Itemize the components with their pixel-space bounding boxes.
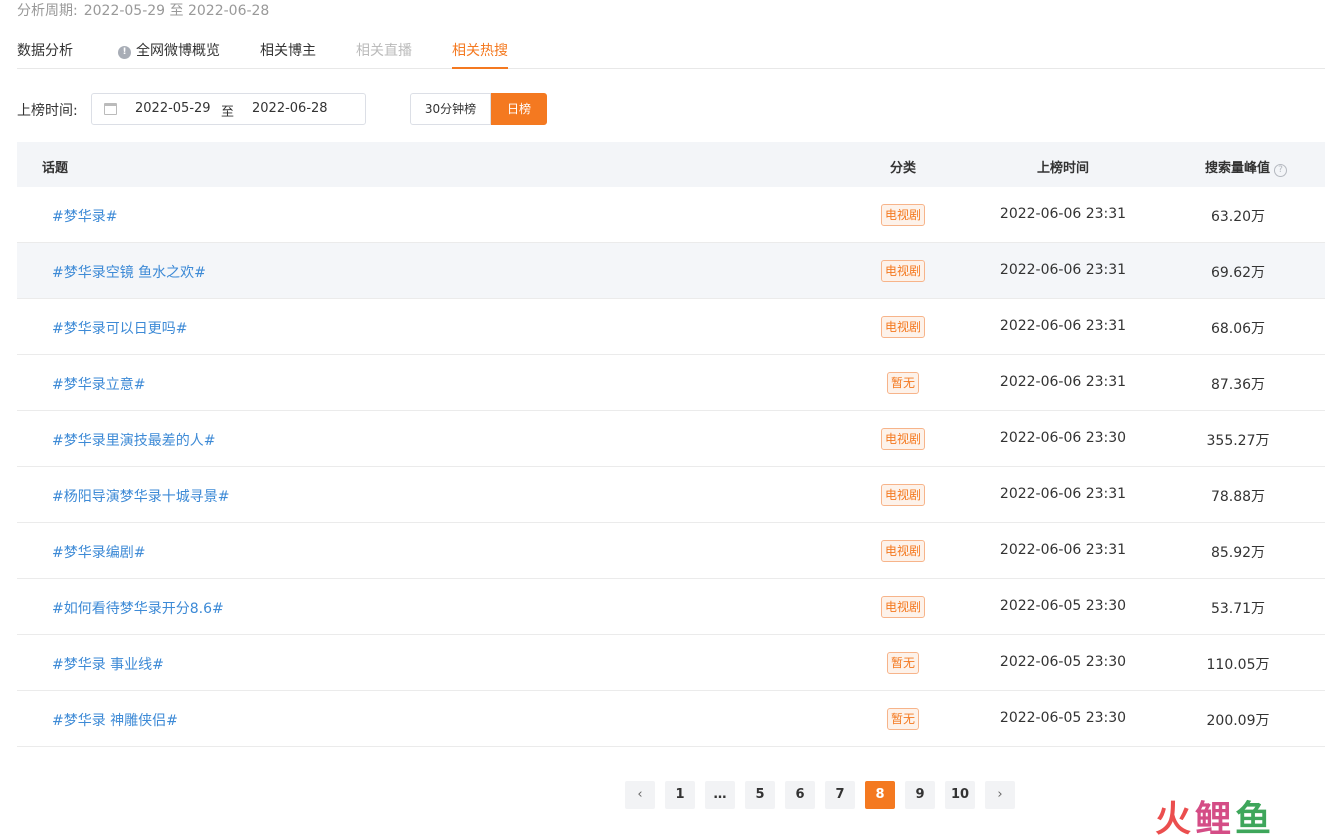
search-peak: 200.09万 bbox=[1206, 713, 1270, 729]
ranking-time: 2022-06-06 23:31 bbox=[999, 318, 1127, 334]
header-peak: 搜索量峰值? bbox=[1204, 157, 1288, 177]
prev-page-button[interactable]: ‹ bbox=[625, 781, 655, 809]
header-category: 分类 bbox=[889, 161, 917, 176]
ranking-time: 2022-06-06 23:31 bbox=[999, 374, 1127, 390]
search-peak: 355.27万 bbox=[1206, 433, 1270, 449]
category-badge: 电视剧 bbox=[880, 204, 926, 226]
ranking-time: 2022-06-06 23:31 bbox=[999, 262, 1127, 278]
filter-label: 上榜时间: bbox=[17, 103, 78, 119]
ranking-time: 2022-06-06 23:30 bbox=[999, 430, 1127, 446]
topic-link[interactable]: #梦华录# bbox=[52, 206, 117, 226]
header-peak-label: 搜索量峰值 bbox=[1204, 161, 1271, 176]
page-button[interactable]: 10 bbox=[945, 781, 975, 809]
date-separator: 至 bbox=[221, 105, 235, 120]
tab-weibo-overview[interactable]: ! 全网微博概览 bbox=[118, 40, 220, 69]
topic-link[interactable]: #梦华录编剧# bbox=[52, 542, 145, 562]
table-row: #梦华录# 电视剧 2022-06-06 23:31 63.20万 bbox=[17, 187, 1325, 243]
table-row: #如何看待梦华录开分8.6# 电视剧 2022-06-05 23:30 53.71万 bbox=[17, 579, 1325, 635]
ranking-time: 2022-06-05 23:30 bbox=[999, 710, 1127, 726]
search-peak: 68.06万 bbox=[1210, 321, 1266, 337]
topic-link[interactable]: #梦华录可以日更吗# bbox=[52, 318, 187, 338]
date-range-picker[interactable]: 2022-05-29 至 2022-06-28 bbox=[91, 93, 366, 125]
ranking-type-toggle: 30分钟榜 日榜 bbox=[410, 93, 547, 125]
end-date[interactable]: 2022-06-28 bbox=[252, 101, 328, 116]
info-icon: ! bbox=[118, 46, 131, 59]
search-peak: 85.92万 bbox=[1210, 545, 1266, 561]
tab-related-live: 相关直播 bbox=[356, 43, 412, 59]
table-row: #梦华录 神雕侠侣# 暂无 2022-06-05 23:30 200.09万 bbox=[17, 691, 1325, 747]
tab-weibo-overview-label: 全网微博概览 bbox=[136, 43, 220, 59]
watermark-logo: 火鲤鱼 bbox=[1155, 790, 1275, 836]
tab-related-bloggers[interactable]: 相关博主 bbox=[260, 40, 316, 69]
30min-ranking-button[interactable]: 30分钟榜 bbox=[410, 93, 491, 125]
ranking-time: 2022-06-05 23:30 bbox=[999, 654, 1127, 670]
table-row: #梦华录里演技最差的人# 电视剧 2022-06-06 23:30 355.27万 bbox=[17, 411, 1325, 467]
category-badge: 电视剧 bbox=[880, 484, 926, 506]
topic-link[interactable]: #梦华录空镜 鱼水之欢# bbox=[52, 262, 206, 282]
table-row: #梦华录可以日更吗# 电视剧 2022-06-06 23:31 68.06万 bbox=[17, 299, 1325, 355]
topic-link[interactable]: #梦华录里演技最差的人# bbox=[52, 430, 215, 450]
help-icon[interactable]: ? bbox=[1274, 164, 1288, 177]
topic-link[interactable]: #梦华录立意# bbox=[52, 374, 145, 394]
topic-link[interactable]: #杨阳导演梦华录十城寻景# bbox=[52, 486, 229, 506]
topic-link[interactable]: #如何看待梦华录开分8.6# bbox=[52, 598, 224, 618]
page-button[interactable]: 9 bbox=[905, 781, 935, 809]
tab-data-analysis[interactable]: 数据分析 bbox=[17, 40, 73, 69]
topic-link[interactable]: #梦华录 神雕侠侣# bbox=[52, 710, 178, 730]
calendar-icon bbox=[104, 103, 117, 115]
period-value: 2022-05-29 至 2022-06-28 bbox=[83, 3, 270, 19]
table-header: 话题 分类 上榜时间 搜索量峰值? bbox=[17, 142, 1325, 187]
page-button-current[interactable]: 8 bbox=[865, 781, 895, 809]
ranking-time: 2022-06-06 23:31 bbox=[999, 542, 1127, 558]
category-badge: 暂无 bbox=[886, 372, 920, 394]
topic-link[interactable]: #梦华录 事业线# bbox=[52, 654, 164, 674]
period-label: 分析周期: bbox=[17, 3, 78, 19]
category-badge: 电视剧 bbox=[880, 596, 926, 618]
watermark-char: 鲤 bbox=[1195, 799, 1236, 836]
start-date[interactable]: 2022-05-29 bbox=[135, 101, 211, 116]
table-row: #杨阳导演梦华录十城寻景# 电视剧 2022-06-06 23:31 78.88万 bbox=[17, 467, 1325, 523]
tab-bar: 数据分析 ! 全网微博概览 相关博主 相关直播 相关热搜 bbox=[17, 38, 1325, 69]
category-badge: 电视剧 bbox=[880, 540, 926, 562]
search-peak: 78.88万 bbox=[1210, 489, 1266, 505]
page-button[interactable]: 6 bbox=[785, 781, 815, 809]
page-button[interactable]: 5 bbox=[745, 781, 775, 809]
page-button[interactable]: 7 bbox=[825, 781, 855, 809]
category-badge: 电视剧 bbox=[880, 260, 926, 282]
analysis-period: 分析周期: 2022-05-29 至 2022-06-28 bbox=[17, 0, 269, 20]
tab-related-hot-search[interactable]: 相关热搜 bbox=[452, 40, 508, 69]
header-time: 上榜时间 bbox=[1036, 161, 1090, 176]
table-row: #梦华录编剧# 电视剧 2022-06-06 23:31 85.92万 bbox=[17, 523, 1325, 579]
search-peak: 63.20万 bbox=[1210, 209, 1266, 225]
watermark-char: 鱼 bbox=[1235, 799, 1276, 836]
table-row: #梦华录立意# 暂无 2022-06-06 23:31 87.36万 bbox=[17, 355, 1325, 411]
search-peak: 53.71万 bbox=[1210, 601, 1266, 617]
ranking-time: 2022-06-06 23:31 bbox=[999, 486, 1127, 502]
search-peak: 69.62万 bbox=[1210, 265, 1266, 281]
table-row: #梦华录 事业线# 暂无 2022-06-05 23:30 110.05万 bbox=[17, 635, 1325, 691]
page-ellipsis[interactable]: … bbox=[705, 781, 735, 809]
table-row: #梦华录空镜 鱼水之欢# 电视剧 2022-06-06 23:31 69.62万 bbox=[17, 243, 1325, 299]
category-badge: 电视剧 bbox=[880, 428, 926, 450]
hot-search-table: 话题 分类 上榜时间 搜索量峰值? #梦华录# 电视剧 2022-06-06 23:… bbox=[17, 142, 1325, 747]
daily-ranking-button[interactable]: 日榜 bbox=[491, 93, 547, 125]
ranking-time: 2022-06-05 23:30 bbox=[999, 598, 1127, 614]
page-button[interactable]: 1 bbox=[665, 781, 695, 809]
ranking-time: 2022-06-06 23:31 bbox=[999, 206, 1127, 222]
next-page-button[interactable]: › bbox=[985, 781, 1015, 809]
category-badge: 暂无 bbox=[886, 652, 920, 674]
search-peak: 110.05万 bbox=[1206, 657, 1270, 673]
header-topic: 话题 bbox=[42, 161, 69, 176]
category-badge: 电视剧 bbox=[880, 316, 926, 338]
watermark-char: 火 bbox=[1155, 799, 1196, 836]
search-peak: 87.36万 bbox=[1210, 377, 1266, 393]
category-badge: 暂无 bbox=[886, 708, 920, 730]
